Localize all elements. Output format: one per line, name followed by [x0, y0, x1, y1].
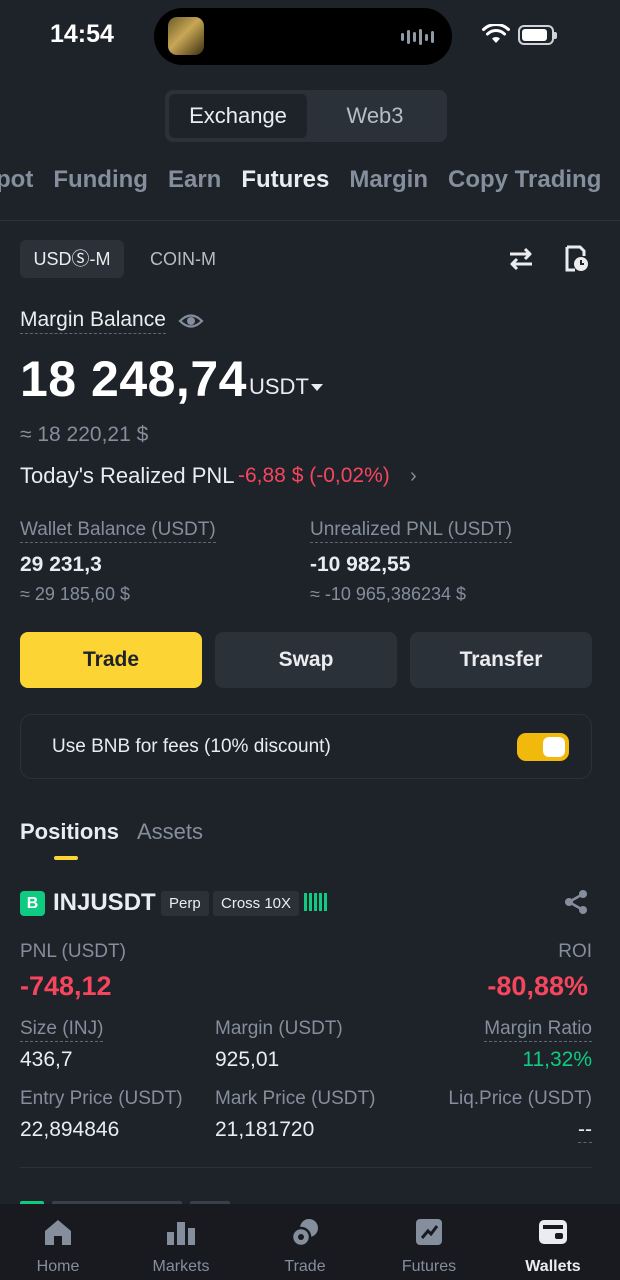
futures-icon: [416, 1219, 442, 1245]
pnl-label: PNL (USDT): [20, 941, 126, 962]
divider: [20, 1167, 592, 1168]
perp-tag: Perp: [161, 891, 209, 916]
roi-value: -80,88%: [487, 971, 588, 1001]
bnb-fee-toggle[interactable]: [517, 733, 569, 761]
tab-indicator: [54, 856, 78, 860]
eye-icon[interactable]: [178, 310, 204, 332]
risk-bars-icon: [304, 893, 327, 911]
realized-pnl-label[interactable]: Today's Realized PNL: [20, 463, 235, 489]
audio-wave-icon: [401, 28, 434, 46]
trade-button[interactable]: Trade: [20, 632, 202, 688]
bnb-fee-label: Use BNB for fees (10% discount): [52, 736, 331, 757]
tab-copy-trading[interactable]: Copy Trading: [448, 166, 601, 194]
margin-label: Margin (USDT): [215, 1018, 343, 1039]
nav-markets[interactable]: Markets: [119, 1204, 243, 1280]
liq-price-value: --: [578, 1118, 592, 1143]
nav-trade[interactable]: Trade: [243, 1204, 367, 1280]
bottom-nav: Home Markets Trade Futures Wallets: [0, 1204, 620, 1280]
exchange-web3-switch: Exchange Web3: [165, 90, 447, 142]
unrealized-pnl-approx: ≈ -10 965,386234 $: [310, 584, 467, 604]
nav-wallets[interactable]: Wallets: [491, 1204, 615, 1280]
tab-positions[interactable]: Positions: [20, 819, 119, 845]
margin-balance-value: 18 248,74: [20, 351, 247, 407]
tab-spot[interactable]: Spot: [0, 166, 33, 194]
margin-ratio-label: Margin Ratio: [484, 1018, 592, 1042]
size-label: Size (INJ): [20, 1018, 104, 1042]
tab-funding[interactable]: Funding: [53, 166, 148, 194]
buy-side-badge: B: [20, 891, 45, 916]
size-value: 436,7: [20, 1048, 73, 1071]
balance-unit-selector[interactable]: USDT: [249, 374, 309, 400]
exchange-tab[interactable]: Exchange: [169, 94, 307, 138]
chevron-right-icon[interactable]: ›: [410, 465, 417, 488]
dynamic-island: [154, 8, 452, 65]
nav-label: Futures: [401, 1258, 457, 1275]
coin-m-tab[interactable]: COIN-M: [150, 249, 216, 270]
liq-price-label: Liq.Price (USDT): [448, 1088, 592, 1109]
trade-icon: [290, 1219, 318, 1248]
bnb-fee-card: Use BNB for fees (10% discount): [20, 714, 592, 779]
markets-icon: [167, 1222, 195, 1245]
mark-price-value: 21,181720: [215, 1118, 315, 1141]
realized-pnl-value[interactable]: -6,88 $ (-0,02%): [238, 464, 390, 488]
tab-earn[interactable]: Earn: [168, 166, 221, 194]
entry-price-label: Entry Price (USDT): [20, 1088, 183, 1109]
position-symbol[interactable]: INJUSDT: [53, 889, 156, 917]
status-bar: 14:54: [0, 0, 620, 72]
pnl-value: -748,12: [20, 971, 112, 1001]
transfer-button[interactable]: Transfer: [410, 632, 592, 688]
wallet-icon: [539, 1220, 567, 1244]
usds-m-tab[interactable]: USDⓈ-M: [20, 240, 124, 278]
nav-home[interactable]: Home: [0, 1204, 120, 1280]
swap-button[interactable]: Swap: [215, 632, 397, 688]
balance-approx: ≈ 18 220,21 $: [20, 423, 149, 446]
convert-icon[interactable]: [507, 246, 535, 272]
battery-icon: [518, 25, 557, 45]
wifi-icon: [482, 24, 510, 43]
nav-label: Trade: [284, 1258, 326, 1275]
share-icon[interactable]: [563, 889, 589, 915]
tab-margin[interactable]: Margin: [349, 166, 428, 194]
order-history-icon[interactable]: [564, 244, 590, 274]
tab-assets[interactable]: Assets: [137, 819, 203, 845]
mark-price-label: Mark Price (USDT): [215, 1088, 376, 1109]
wallet-tabs: Spot Funding Earn Futures Margin Copy Trading: [0, 166, 620, 194]
margin-balance-label[interactable]: Margin Balance: [20, 308, 166, 334]
now-playing-artwork-icon: [168, 17, 204, 55]
margin-ratio-value: 11,32%: [522, 1048, 592, 1071]
tab-futures[interactable]: Futures: [241, 166, 329, 194]
clock: 14:54: [50, 20, 114, 48]
caret-down-icon[interactable]: [311, 384, 323, 391]
next-position-card[interactable]: [20, 1196, 320, 1204]
leverage-tag[interactable]: Cross 10X: [213, 891, 300, 916]
home-icon: [45, 1220, 71, 1245]
nav-label: Home: [36, 1258, 80, 1275]
unrealized-pnl-label: Unrealized PNL (USDT): [310, 519, 513, 543]
nav-label: Markets: [152, 1258, 210, 1275]
wallet-balance-label: Wallet Balance (USDT): [20, 519, 216, 543]
roi-label: ROI: [558, 941, 592, 962]
web3-tab[interactable]: Web3: [307, 94, 443, 138]
entry-price-value: 22,894846: [20, 1118, 120, 1141]
divider: [0, 220, 620, 221]
margin-value: 925,01: [215, 1048, 280, 1071]
nav-label: Wallets: [525, 1258, 581, 1275]
wallet-balance-approx: ≈ 29 185,60 $: [20, 584, 130, 604]
nav-futures[interactable]: Futures: [367, 1204, 491, 1280]
unrealized-pnl-value: -10 982,55: [310, 553, 411, 576]
wallet-balance-value: 29 231,3: [20, 553, 102, 576]
